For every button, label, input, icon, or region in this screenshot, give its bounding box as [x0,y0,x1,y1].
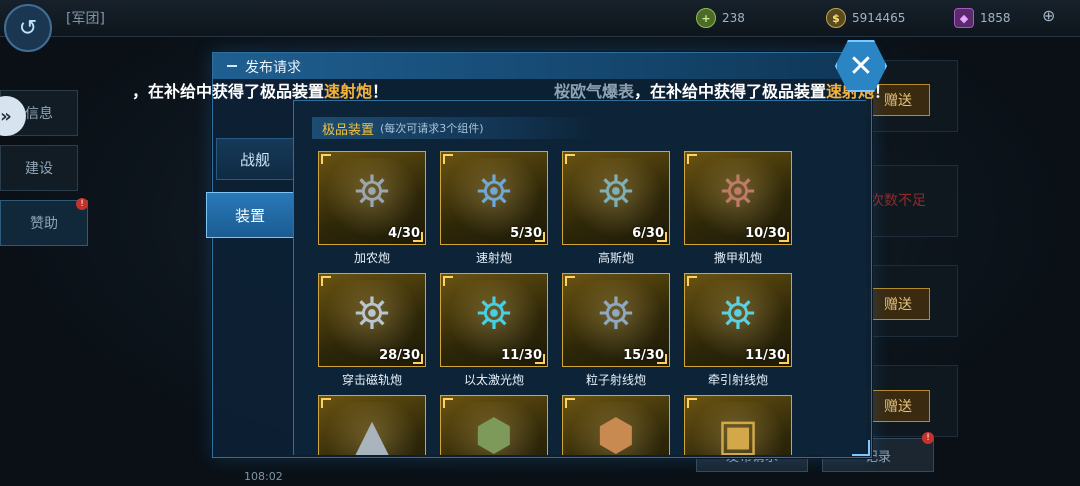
ticker-text: ，在补给中获得了极品装置 [634,82,827,101]
sidebar-item-sponsor[interactable]: 赞助 [0,200,88,246]
device-name: 加农炮 [353,251,390,265]
top-bar: [军团] + 238 $ 5914465 ◆ 1858 ⊕ [0,0,1080,37]
sidebar-item-label: 赞助 [30,216,58,232]
corner-decoration [687,398,697,408]
device-item-particle-beam[interactable]: ⛯ 15/30 [562,273,670,367]
ticker-message-1: ，在补给中获得了极品装置速射炮！ [132,78,388,102]
dialog-title: 发布请求 [245,60,301,76]
spike-device-icon: ▲ [355,410,389,455]
machine-cannon-icon: ⛯ [720,166,756,218]
resource-value: 1858 [980,11,1011,25]
corner-decoration [443,154,453,164]
device-item-gauss-cannon[interactable]: ⛯ 6/30 [562,151,670,245]
tab-device[interactable]: 装置 [206,192,294,238]
corner-decoration [443,398,453,408]
device-count: 5/30 [510,226,542,241]
section-title: 极品装置 [322,122,375,138]
tractor-beam-icon: ⛯ [720,288,756,340]
device-item-machine-cannon[interactable]: ⛯ 10/30 [684,151,792,245]
armor-module-icon: ⬢ [474,410,514,455]
device-item-laser-cannon[interactable]: ⛯ 11/30 [440,273,548,367]
gauss-cannon-icon: ⛯ [598,166,634,218]
device-count: 15/30 [623,348,664,363]
corner-decoration [321,154,331,164]
scroll-indicator-icon [852,440,870,456]
corner-decoration [687,154,697,164]
corner-decoration [687,276,697,286]
device-item-cannon[interactable]: ⛯ 4/30 [318,151,426,245]
device-name: 撒甲机炮 [713,251,762,265]
gift-label: 赠送 [884,399,912,415]
tab-warship[interactable]: 战舰 [216,138,294,180]
resource-crosshair: + 238 [696,8,745,28]
device-name: 高斯炮 [597,251,634,265]
particle-beam-icon: ⛯ [598,288,634,340]
plus-icon[interactable]: ⊕ [1042,6,1055,25]
device-list-panel: 极品装置 (每次可请求3个组件) ⛯ 4/30 加农炮 ⛯ 5/30 速射炮 ⛯… [293,100,866,455]
ticker-player-name: 桜欧气爆表 [554,82,635,101]
corner-decoration [565,154,575,164]
corner-decoration [565,398,575,408]
tab-label: 战舰 [239,150,270,169]
resource-coin: $ 5914465 [826,8,905,28]
sidebar-item-label: 建设 [25,161,53,177]
device-item[interactable]: ▲ [318,395,426,455]
device-name: 速射炮 [475,251,512,265]
gift-button[interactable]: 赠送 [866,390,930,422]
corner-decoration [565,276,575,286]
device-name: 穿击磁轨炮 [341,373,402,387]
corner-decoration [321,398,331,408]
device-item-railgun[interactable]: ⛯ 28/30 [318,273,426,367]
laser-cannon-icon: ⛯ [476,288,512,340]
corner-decoration [321,276,331,286]
sidebar-item-label: 信息 [25,106,53,122]
insufficient-label: 次数不足 [870,193,926,209]
coin-icon: $ [826,8,846,28]
device-count: 28/30 [379,348,420,363]
engine-module-icon: ⬢ [596,410,636,455]
device-count: 11/30 [501,348,542,363]
device-count: 6/30 [632,226,664,241]
device-name: 以太激光炮 [463,373,524,387]
section-header: 极品装置 (每次可请求3个组件) [312,117,592,139]
resource-value: 5914465 [852,11,906,25]
corner-decoration [443,276,453,286]
device-item-tractor-beam[interactable]: ⛯ 11/30 [684,273,792,367]
notification-badge: ! [76,198,88,210]
notification-badge: ! [922,432,934,444]
dash-icon [227,65,237,67]
resource-crystal: ◆ 1858 [954,8,1011,28]
ticker-item: 速射炮 [324,82,373,101]
page-title: [军团] [66,11,105,27]
crosshair-icon: + [696,8,716,28]
crate-module-icon: ▣ [717,410,759,455]
railgun-icon: ⛯ [354,288,390,340]
gift-label: 赠送 [884,297,912,313]
rapid-fire-gun-icon: ⛯ [476,166,512,218]
timer: 108:02 [244,470,283,483]
device-item-rapid-fire-gun[interactable]: ⛯ 5/30 [440,151,548,245]
ticker-message-2: 桜欧气爆表，在补给中获得了极品装置速射炮！ [554,78,890,102]
cannon-icon: ⛯ [354,166,390,218]
purple-crystal-icon: ◆ [954,8,974,28]
tab-label: 装置 [234,206,265,225]
device-name: 粒子射线炮 [585,373,646,387]
device-count: 4/30 [388,226,420,241]
device-count: 11/30 [745,348,786,363]
gift-button[interactable]: 赠送 [866,288,930,320]
section-note: (每次可请求3个组件) [380,122,484,135]
dialog-header: 发布请求 [213,53,871,79]
device-item[interactable]: ⬢ [440,395,548,455]
ticker-text: ！ [372,82,389,101]
device-name: 牵引射线炮 [707,373,768,387]
ticker-text: ，在补给中获得了极品装置 [132,82,325,101]
back-arrow-icon[interactable]: ↺ [4,4,52,52]
resource-value: 238 [722,11,745,25]
sidebar-item-build[interactable]: 建设 [0,145,78,191]
device-item[interactable]: ⬢ [562,395,670,455]
device-count: 10/30 [745,226,786,241]
device-item[interactable]: ▣ [684,395,792,455]
